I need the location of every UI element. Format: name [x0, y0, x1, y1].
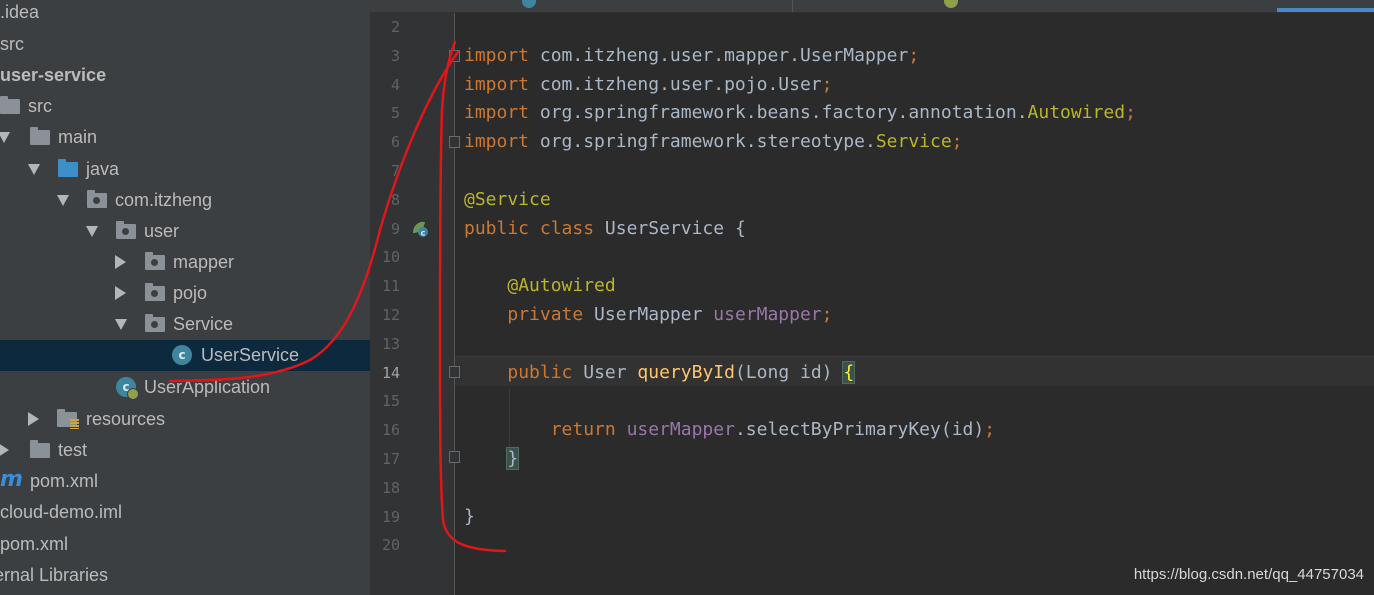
- red-annotation-overlay: [168, 40, 507, 553]
- annotation-stroke: [168, 50, 460, 383]
- annotation-stroke: [438, 40, 507, 553]
